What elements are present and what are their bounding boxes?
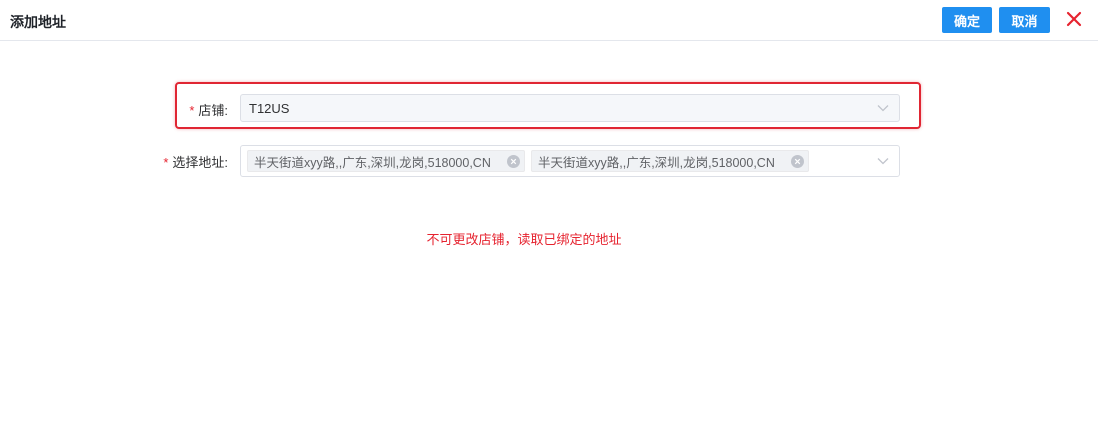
required-mark: *: [163, 155, 169, 170]
highlight-box: [175, 82, 921, 129]
cancel-button[interactable]: 取消: [999, 7, 1050, 33]
confirm-button[interactable]: 确定: [942, 7, 992, 33]
address-tag: 半天街道xyy路,,广东,深圳,龙岗,518000,CN: [531, 150, 809, 172]
address-tag-text: 半天街道xyy路,,广东,深圳,龙岗,518000,CN: [538, 155, 775, 170]
chevron-down-icon: [877, 158, 889, 165]
address-multi-select[interactable]: 半天街道xyy路,,广东,深圳,龙岗,518000,CN 半天街道xyy路,,广…: [240, 145, 900, 177]
dialog-title: 添加地址: [10, 14, 66, 30]
address-tag: 半天街道xyy路,,广东,深圳,龙岗,518000,CN: [247, 150, 525, 172]
close-icon[interactable]: [1064, 9, 1084, 29]
tag-close-icon[interactable]: [791, 154, 804, 168]
dialog-header: 添加地址 确定 取消: [0, 0, 1098, 41]
notice-text: 不可更改店铺，读取已绑定的地址: [426, 232, 622, 247]
address-row: * 选择地址: 半天街道xyy路,,广东,深圳,龙岗,518000,CN 半天街道…: [0, 145, 1098, 177]
address-tag-text: 半天街道xyy路,,广东,深圳,龙岗,518000,CN: [254, 155, 491, 170]
tag-close-icon[interactable]: [507, 154, 520, 168]
address-label: * 选择地址:: [163, 155, 228, 170]
